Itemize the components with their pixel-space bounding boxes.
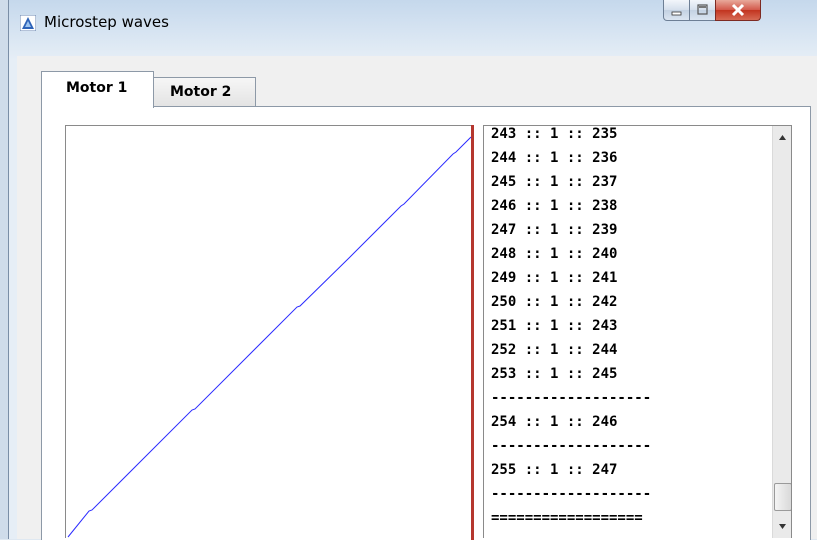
list-separator: ------------------- [491,486,652,502]
tab-label: Motor 2 [170,84,232,100]
client-area: Motor 2 Motor 1 243 :: 1 :: 235 244 :: 1… [17,56,817,540]
list-item: 255 :: 1 :: 247 [491,462,618,478]
maximize-button[interactable] [689,0,716,21]
list-separator: ------------------- [491,438,652,454]
close-icon [731,3,745,17]
tab-motor-2[interactable]: Motor 2 [153,77,256,107]
minimize-icon [671,11,682,16]
scrollbar-thumb[interactable] [774,483,791,511]
scroll-down-button[interactable] [773,516,791,538]
step-list: 243 :: 1 :: 235 244 :: 1 :: 236 245 :: 1… [491,126,652,530]
list-item: 251 :: 1 :: 243 [491,318,618,334]
wave-plot-canvas [67,136,471,538]
wave-line [67,136,471,538]
tab-label: Motor 1 [66,80,128,96]
list-item: 250 :: 1 :: 242 [491,294,618,310]
list-item: 249 :: 1 :: 241 [491,270,618,286]
maximize-icon [697,4,708,15]
scroll-up-button[interactable] [773,126,791,148]
list-separator: ================== [491,510,643,526]
list-item: 253 :: 1 :: 245 [491,366,618,382]
minimize-button[interactable] [663,0,690,21]
list-item: 245 :: 1 :: 237 [491,174,618,190]
window-title: Microstep waves [44,13,169,31]
list-separator: ------------------- [491,390,652,406]
app-window: Microstep waves Motor 2 Motor 1 243:: 1… [8,0,817,540]
list-item: 254 :: 1 :: 246 [491,414,618,430]
scroll-up-arrow-icon [779,135,786,140]
list-item: 243 :: 1 :: 235 [491,126,618,142]
vertical-scrollbar[interactable] [772,126,791,538]
plot-divider [471,125,474,540]
list-item: 246 :: 1 :: 238 [491,198,618,214]
list-item: 252 :: 1 :: 244 [491,342,618,358]
title-bar[interactable]: Microstep waves [9,0,817,56]
wave-plot [65,125,471,538]
close-button[interactable] [715,0,761,21]
list-item: 247 :: 1 :: 239 [491,222,618,238]
scroll-down-arrow-icon [779,524,786,529]
step-listbox[interactable]: 243 :: 1 :: 235 244 :: 1 :: 236 245 :: 1… [483,125,792,538]
list-item: 244 :: 1 :: 236 [491,150,618,166]
list-item: 248 :: 1 :: 240 [491,246,618,262]
tab-motor-1[interactable]: Motor 1 [41,71,154,108]
tab-panel: 243 :: 1 :: 235 244 :: 1 :: 236 245 :: 1… [41,106,811,540]
app-triangle-icon [20,15,36,31]
